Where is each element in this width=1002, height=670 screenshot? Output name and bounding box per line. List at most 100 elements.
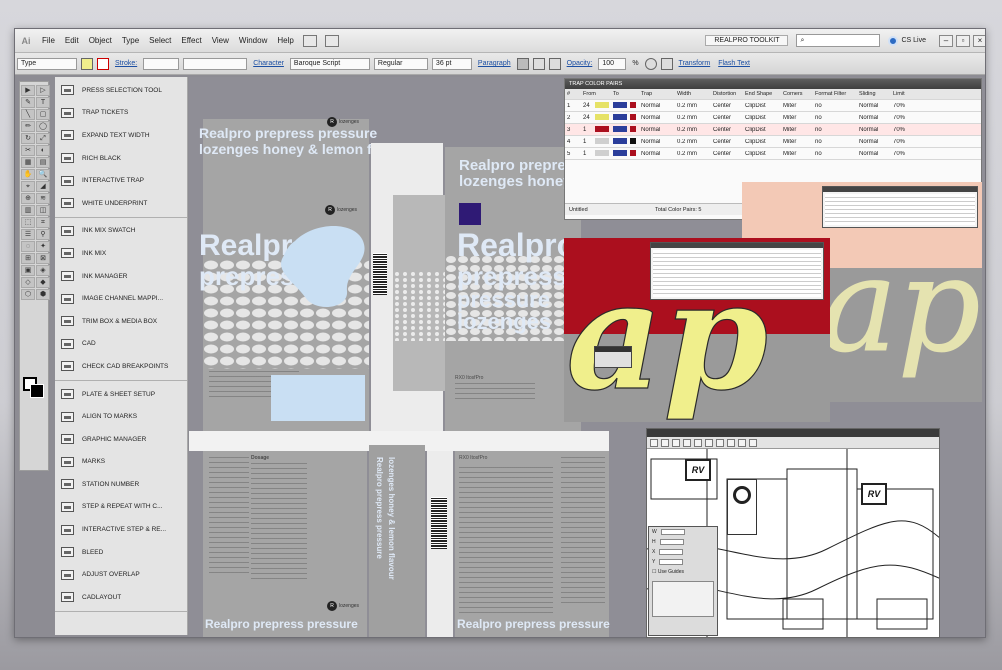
plugin-item-ink-manager[interactable]: INK MANAGER	[55, 265, 187, 288]
tool-26-icon[interactable]: ◌	[21, 241, 35, 252]
transform-link[interactable]: Transform	[675, 60, 715, 67]
tool-13-icon[interactable]: ▤	[36, 157, 50, 168]
mini-dialog[interactable]	[594, 346, 632, 368]
close-button[interactable]: ×	[973, 34, 985, 47]
trap-col-header[interactable]: Width	[675, 91, 711, 97]
menu-help[interactable]: Help	[272, 36, 298, 45]
tool-34-icon[interactable]: ⬡	[21, 289, 35, 300]
align-right-icon[interactable]	[548, 57, 561, 70]
align-center-icon[interactable]	[532, 57, 545, 70]
variable-width-select[interactable]	[183, 57, 248, 70]
flash-text-link[interactable]: Flash Text	[714, 60, 754, 67]
plugin-item-cad[interactable]: CAD	[55, 333, 187, 356]
tool-12-icon[interactable]: ▦	[21, 157, 35, 168]
cs-live-button[interactable]: CS Live	[888, 35, 926, 46]
plugin-item-image-channel-mappi[interactable]: IMAGE CHANNEL MAPPI...	[55, 287, 187, 310]
plugin-item-white-underprint[interactable]: WHITE UNDERPRINT	[55, 192, 187, 215]
font-size-select[interactable]: 36 pt	[431, 57, 472, 70]
cad-tool-8-icon[interactable]	[727, 438, 735, 447]
trap-table-row[interactable]: 4 1 Normal 0.2 mm Center ClipDist Miter no Norma…	[565, 136, 981, 148]
search-input[interactable]: ⌕	[796, 34, 881, 47]
tool-0-icon[interactable]: ▶	[21, 85, 35, 96]
stroke-color-icon[interactable]	[30, 384, 44, 398]
align-icon[interactable]	[660, 57, 673, 70]
plugin-item-trap-tickets[interactable]: TRAP TICKETS	[55, 102, 187, 125]
tool-21-icon[interactable]: ◫	[36, 205, 50, 216]
minimize-button[interactable]: –	[939, 34, 953, 47]
tool-14-icon[interactable]: ✋	[21, 169, 35, 180]
cad-tool-3-icon[interactable]	[672, 438, 680, 447]
trap-col-header[interactable]: Limit	[891, 91, 921, 97]
tool-22-icon[interactable]: ⬚	[21, 217, 35, 228]
align-left-icon[interactable]	[516, 57, 529, 70]
menu-effect[interactable]: Effect	[176, 36, 206, 45]
paragraph-link[interactable]: Paragraph	[474, 60, 515, 67]
plugin-item-bleed[interactable]: BLEED	[55, 541, 187, 564]
tool-11-icon[interactable]: ◐	[36, 145, 50, 156]
tool-2-icon[interactable]: ✎	[21, 97, 35, 108]
opacity-input[interactable]: 100	[598, 57, 627, 70]
tool-35-icon[interactable]: ⬢	[36, 289, 50, 300]
fill-swatch[interactable]	[81, 57, 93, 70]
plugin-item-interactive-trap[interactable]: INTERACTIVE TRAP	[55, 169, 187, 192]
trap-col-header[interactable]: From	[581, 91, 611, 97]
tool-18-icon[interactable]: ⊕	[21, 193, 35, 204]
trap-col-header[interactable]: Format Filter	[813, 91, 857, 97]
bridge-icon[interactable]	[302, 34, 317, 47]
tool-30-icon[interactable]: ▣	[21, 265, 35, 276]
font-family-select[interactable]: Baroque Script	[289, 57, 370, 70]
cad-tool-2-icon[interactable]	[661, 438, 669, 447]
plugin-item-check-cad-breakpoints[interactable]: CHECK CAD BREAKPOINTS	[55, 355, 187, 378]
trap-col-header[interactable]: Corners	[781, 91, 813, 97]
cad-tool-1-icon[interactable]	[650, 438, 658, 447]
plugin-item-expand-text-width[interactable]: EXPAND TEXT WIDTH	[55, 124, 187, 147]
stroke-weight-select[interactable]	[143, 57, 180, 70]
cad-tool-9-icon[interactable]	[738, 438, 746, 447]
tool-16-icon[interactable]: ⌖	[21, 181, 35, 192]
tool-10-icon[interactable]: ✂	[21, 145, 35, 156]
plugin-item-marks[interactable]: MARKS	[55, 451, 187, 474]
trap-col-header[interactable]: Trap	[639, 91, 675, 97]
tool-23-icon[interactable]: ⌗	[36, 217, 50, 228]
menu-type[interactable]: Type	[117, 36, 144, 45]
tool-31-icon[interactable]: ◈	[36, 265, 50, 276]
maximize-button[interactable]: ▫	[956, 34, 970, 47]
trap-col-header[interactable]: Sliding	[857, 91, 891, 97]
menu-edit[interactable]: Edit	[60, 36, 84, 45]
trap-col-header[interactable]: End Shape	[743, 91, 781, 97]
plugin-item-align-to-marks[interactable]: ALIGN TO MARKS	[55, 405, 187, 428]
plugin-item-adjust-overlap[interactable]: ADJUST OVERLAP	[55, 563, 187, 586]
plugin-item-cadlayout[interactable]: CADLAYOUT	[55, 586, 187, 609]
plugin-item-interactive-step-re[interactable]: INTERACTIVE STEP & RE...	[55, 518, 187, 541]
tool-9-icon[interactable]: ⤢	[36, 133, 50, 144]
font-style-select[interactable]: Regular	[373, 57, 428, 70]
tool-3-icon[interactable]: T	[36, 97, 50, 108]
tool-27-icon[interactable]: ✦	[36, 241, 50, 252]
menu-object[interactable]: Object	[84, 36, 117, 45]
plugin-item-press-selection-tool[interactable]: PRESS SELECTION TOOL	[55, 79, 187, 102]
plugin-item-station-number[interactable]: STATION NUMBER	[55, 473, 187, 496]
tool-32-icon[interactable]: ◇	[21, 277, 35, 288]
fill-stroke-box[interactable]	[23, 377, 45, 399]
tool-15-icon[interactable]: 🔍	[36, 169, 50, 180]
tool-8-icon[interactable]: ↻	[21, 133, 35, 144]
cad-tool-6-icon[interactable]	[705, 438, 713, 447]
stroke-link[interactable]: Stroke:	[111, 60, 141, 67]
tool-17-icon[interactable]: ◢	[36, 181, 50, 192]
trap-table-row[interactable]: 1 24 Normal 0.2 mm Center ClipDist Miter no Norm…	[565, 100, 981, 112]
plugin-item-ink-mix[interactable]: INK MIX	[55, 242, 187, 265]
recolor-icon[interactable]	[644, 57, 657, 70]
tool-4-icon[interactable]: ╲	[21, 109, 35, 120]
trap-col-header[interactable]: To	[611, 91, 639, 97]
stroke-swatch[interactable]	[97, 57, 109, 70]
toolkit-dropdown[interactable]: REALPRO TOOLKIT	[705, 35, 789, 46]
cad-width-field[interactable]	[660, 529, 685, 535]
character-link[interactable]: Character	[249, 60, 288, 67]
tool-29-icon[interactable]: ⊠	[36, 253, 50, 264]
cad-y-field[interactable]	[659, 559, 684, 565]
cad-height-field[interactable]	[659, 539, 684, 545]
tool-7-icon[interactable]: ◯	[36, 121, 50, 132]
menu-select[interactable]: Select	[144, 36, 176, 45]
menu-file[interactable]: File	[37, 36, 60, 45]
plugin-item-ink-mix-swatch[interactable]: INK MIX SWATCH	[55, 220, 187, 243]
